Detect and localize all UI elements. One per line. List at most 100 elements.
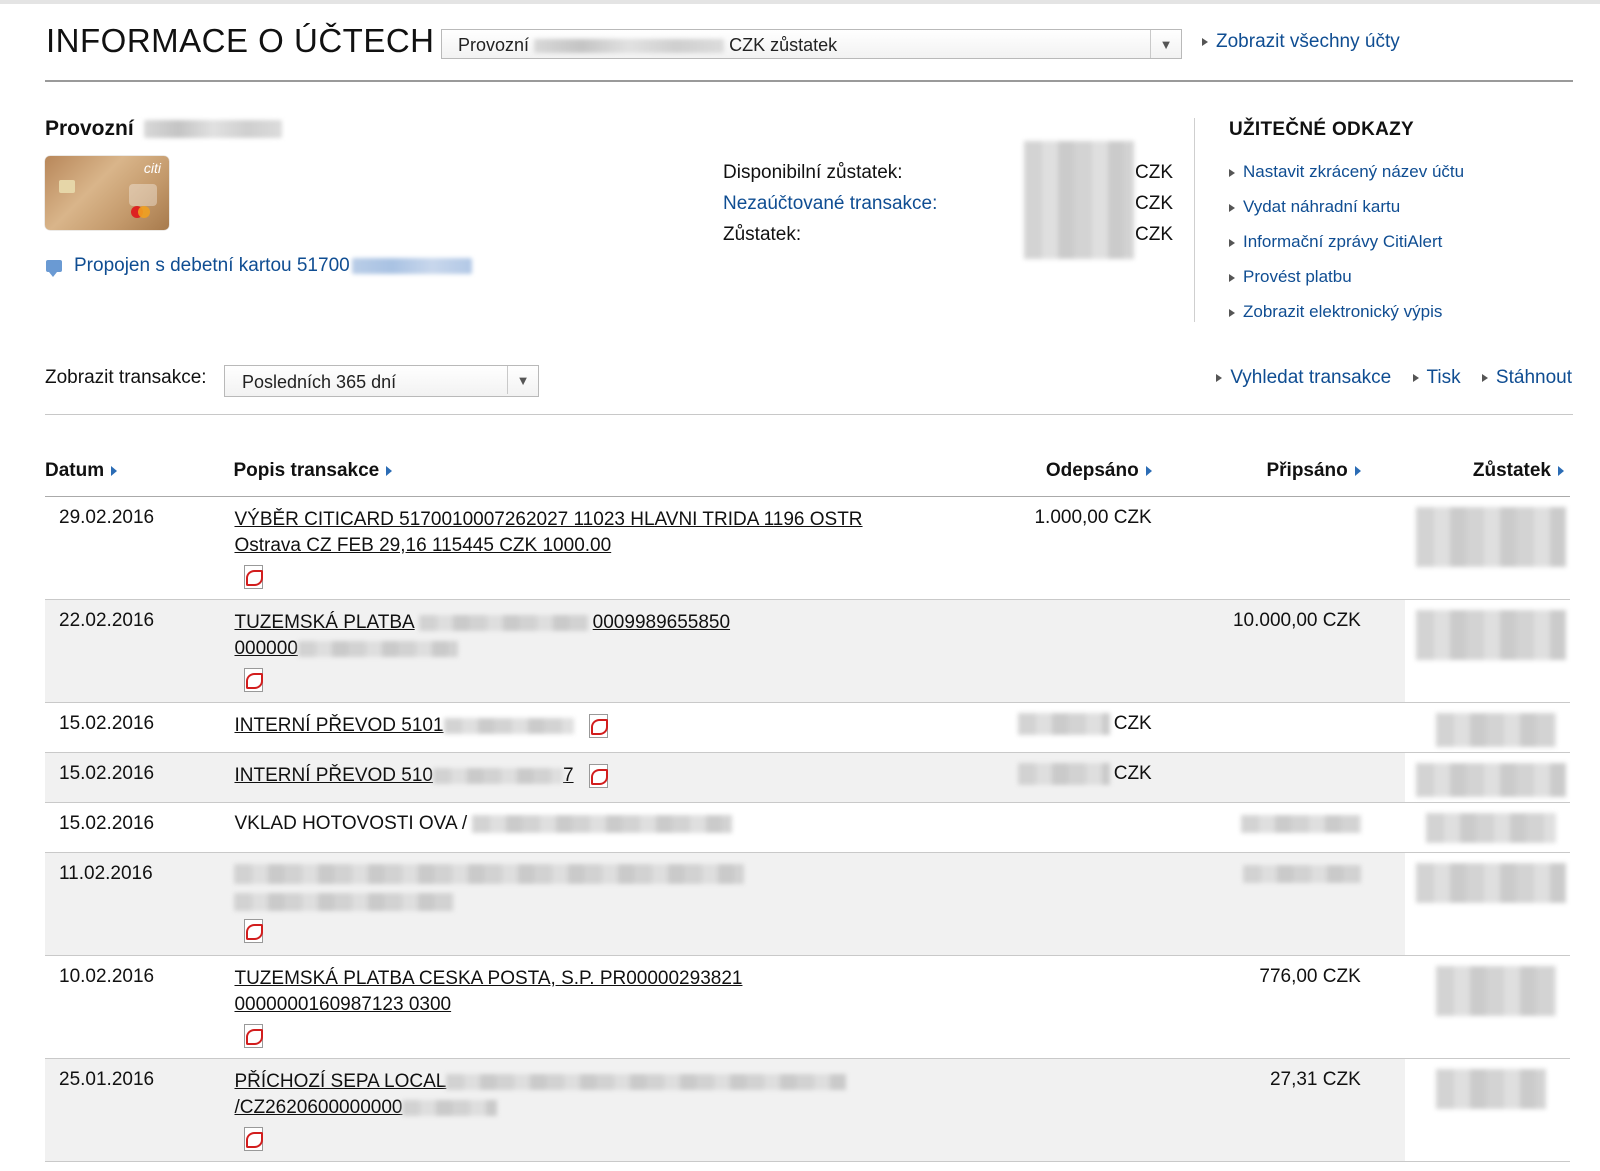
row-balance — [1404, 852, 1570, 956]
useful-link-e-statement[interactable]: Zobrazit elektronický výpis — [1229, 302, 1464, 337]
column-credit[interactable]: Připsáno — [1167, 448, 1405, 497]
transaction-link-line2[interactable]: 000000 — [234, 638, 458, 659]
download-label: Stáhnout — [1495, 367, 1572, 388]
column-credit-label: Připsáno — [1266, 460, 1348, 481]
pdf-icon[interactable] — [242, 668, 264, 692]
transaction-link-line2-text: /CZ2620600000000 — [234, 1097, 403, 1118]
download-link[interactable]: Stáhnout — [1481, 367, 1572, 388]
table-row: 11.02.2016 — [45, 852, 1570, 956]
row-debit-currency: CZK — [1113, 763, 1152, 785]
row-credit — [1167, 496, 1405, 600]
useful-link-set-short-name[interactable]: Nastavit zkrácený název účtu — [1229, 162, 1464, 197]
balance-currency: CZK — [1135, 224, 1173, 245]
link-arrow-icon — [1202, 37, 1208, 46]
balance-labels: Disponibilní zůstatek: Nezaúčtované tran… — [723, 157, 937, 250]
transaction-link[interactable]: TUZEMSKÁ PLATBA CESKA POSTA, S.P. PR0000… — [234, 968, 742, 989]
table-row: 22.02.2016 TUZEMSKÁ PLATBA 0009989655850 … — [45, 599, 1570, 703]
useful-link-make-payment[interactable]: Provést platbu — [1229, 267, 1464, 302]
redacted-amount — [1017, 763, 1110, 785]
transaction-text: VKLAD HOTOVOSTI OVA / — [234, 813, 468, 834]
pdf-icon[interactable] — [587, 713, 608, 738]
redacted-balance — [1415, 763, 1566, 797]
balance-currencies: CZK CZK CZK — [1135, 157, 1173, 250]
column-balance[interactable]: Zůstatek — [1404, 448, 1570, 497]
transaction-link-line2[interactable]: /CZ2620600000000 — [234, 1097, 498, 1118]
column-date[interactable]: Datum — [45, 448, 234, 497]
dropdown-arrow-icon[interactable]: ▼ — [507, 366, 538, 394]
print-link[interactable]: Tisk — [1412, 367, 1461, 388]
link-arrow-icon — [1229, 308, 1235, 317]
row-debit — [913, 802, 1168, 853]
row-credit — [1167, 752, 1405, 803]
account-select[interactable]: Provozní CZK zůstatek ▼ — [441, 29, 1182, 59]
transaction-link-line2[interactable]: Ostrava CZ FEB 29,16 115445 CZK 1000.00 — [234, 535, 611, 556]
useful-link-replacement-card[interactable]: Vydat náhradní kartu — [1229, 197, 1464, 232]
useful-link-label: Vydat náhradní kartu — [1243, 197, 1401, 216]
transaction-link[interactable]: INTERNÍ PŘEVOD 510 7 — [234, 765, 573, 786]
column-debit[interactable]: Odepsáno — [913, 448, 1168, 497]
row-balance — [1404, 802, 1570, 853]
row-balance — [1404, 752, 1570, 803]
transactions-period-select[interactable]: Posledních 365 dní ▼ — [224, 365, 539, 397]
redacted-balance — [1415, 610, 1566, 660]
row-balance — [1404, 1058, 1570, 1162]
row-debit — [913, 599, 1168, 703]
linked-debit-card-label: Propojen s debetní kartou 51700 — [74, 255, 350, 276]
transaction-link[interactable]: PŘÍCHOZÍ SEPA LOCAL — [234, 1071, 847, 1092]
row-balance — [1404, 599, 1570, 703]
row-debit: 1.000,00 CZK — [913, 496, 1168, 600]
account-select-prefix: Provozní — [458, 35, 530, 55]
row-description: TUZEMSKÁ PLATBA 0009989655850 000000 — [233, 599, 914, 703]
dropdown-arrow-icon[interactable]: ▼ — [1150, 30, 1181, 58]
sort-arrow-icon — [1354, 465, 1361, 476]
sort-arrow-icon — [1145, 465, 1152, 476]
search-transactions-link[interactable]: Vyhledat transakce — [1216, 367, 1391, 388]
linked-debit-card-link[interactable]: Propojen s debetní kartou 51700 — [46, 255, 472, 277]
table-row: 15.02.2016 VKLAD HOTOVOSTI OVA / — [45, 802, 1570, 853]
link-arrow-icon — [1412, 373, 1419, 382]
credit-card-image: citi — [45, 156, 169, 230]
transactions-filter-label: Zobrazit transakce: — [45, 367, 207, 388]
redacted-balance — [1435, 966, 1556, 1016]
row-date: 15.02.2016 — [45, 752, 234, 803]
row-date: 25.01.2016 — [45, 1058, 234, 1162]
useful-links-list: Nastavit zkrácený název účtu Vydat náhra… — [1229, 162, 1464, 337]
citi-logo: citi — [143, 160, 161, 176]
show-all-accounts-link[interactable]: Zobrazit všechny účty — [1202, 31, 1400, 53]
redacted-text — [472, 814, 733, 833]
transaction-tools: Vyhledat transakce Tisk Stáhnout — [1200, 367, 1572, 389]
transaction-link[interactable]: VÝBĚR CITICARD 5170010007262027 11023 HL… — [234, 509, 862, 530]
transaction-link[interactable]: INTERNÍ PŘEVOD 5101 — [234, 715, 574, 736]
unposted-transactions-link[interactable]: Nezaúčtované transakce: — [723, 188, 937, 219]
balance-label: Zůstatek: — [723, 224, 802, 245]
transaction-link-text: PŘÍCHOZÍ SEPA LOCAL — [234, 1071, 447, 1092]
redacted-text — [402, 1099, 498, 1116]
row-description: INTERNÍ PŘEVOD 510 7 — [233, 752, 914, 803]
useful-link-citialert[interactable]: Informační zprávy CitiAlert — [1229, 232, 1464, 267]
pdf-icon[interactable] — [242, 919, 264, 943]
card-chip — [59, 180, 75, 193]
redacted-text — [432, 767, 563, 784]
row-debit: CZK — [913, 702, 1168, 753]
transaction-link[interactable]: TUZEMSKÁ PLATBA 0009989655850 — [234, 612, 730, 633]
pdf-icon[interactable] — [242, 1127, 264, 1151]
available-balance-label: Disponibilní zůstatek: — [723, 162, 903, 183]
pdf-icon[interactable] — [242, 565, 264, 589]
pdf-icon[interactable] — [242, 1024, 264, 1048]
redacted-account-name — [143, 120, 282, 139]
link-arrow-icon — [1216, 373, 1223, 382]
search-transactions-label: Vyhledat transakce — [1230, 367, 1392, 388]
transaction-link-line2[interactable]: 0000000160987123 0300 — [234, 994, 451, 1015]
column-description[interactable]: Popis transakce — [233, 448, 914, 497]
row-date: 10.02.2016 — [45, 955, 234, 1059]
row-date: 15.02.2016 — [45, 802, 234, 853]
redacted-balances — [1024, 141, 1134, 259]
account-name: Provozní — [45, 117, 282, 141]
table-row: 15.02.2016 INTERNÍ PŘEVOD 510 7 CZK — [45, 752, 1570, 803]
row-credit: 10.000,00 CZK — [1167, 599, 1405, 703]
redacted-text — [443, 717, 574, 734]
row-date: 29.02.2016 — [45, 496, 234, 600]
period-selected-value: Posledních 365 dní — [242, 372, 397, 392]
pdf-icon[interactable] — [587, 763, 608, 788]
useful-link-label: Zobrazit elektronický výpis — [1243, 302, 1443, 321]
